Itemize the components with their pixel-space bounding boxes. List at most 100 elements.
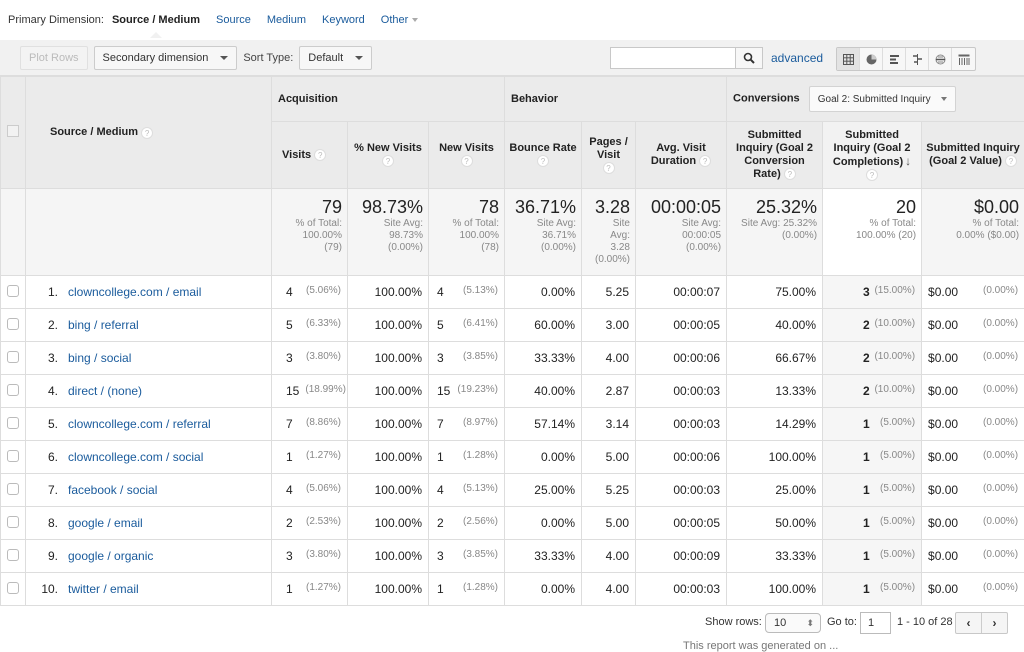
select-all-checkbox[interactable] bbox=[7, 125, 19, 137]
help-icon[interactable]: ? bbox=[141, 127, 153, 139]
dimension-link[interactable]: facebook / social bbox=[68, 483, 157, 497]
term-cloud-view-button[interactable] bbox=[929, 48, 952, 70]
col-header-pct-new-visits[interactable]: % New Visits? bbox=[348, 122, 429, 189]
pct-new-visits-cell: 100.00% bbox=[348, 441, 429, 474]
bar-view-button[interactable] bbox=[883, 48, 906, 70]
row-checkbox[interactable] bbox=[7, 450, 19, 462]
row-checkbox[interactable] bbox=[7, 351, 19, 363]
col-header-new-visits[interactable]: New Visits? bbox=[429, 122, 505, 189]
primary-dimension-other[interactable]: Other bbox=[381, 14, 419, 26]
row-checkbox[interactable] bbox=[7, 516, 19, 528]
row-checkbox[interactable] bbox=[7, 483, 19, 495]
search-button[interactable] bbox=[736, 47, 763, 69]
row-checkbox[interactable] bbox=[7, 285, 19, 297]
col-header-avg-visit-duration[interactable]: Avg. Visit Duration ? bbox=[636, 122, 727, 189]
dimension-link[interactable]: google / email bbox=[68, 516, 143, 530]
other-label: Other bbox=[381, 14, 409, 26]
completions-cell: 1(5.00%) bbox=[823, 441, 922, 474]
dimension-link[interactable]: clowncollege.com / email bbox=[68, 285, 201, 299]
pie-view-button[interactable] bbox=[860, 48, 883, 70]
visits-value: 3 bbox=[286, 351, 293, 365]
help-icon[interactable]: ? bbox=[314, 149, 326, 161]
help-icon[interactable]: ? bbox=[382, 155, 394, 167]
dimension-link[interactable]: google / organic bbox=[68, 549, 153, 563]
prev-page-button[interactable]: ‹ bbox=[956, 613, 982, 633]
primary-dimension-keyword[interactable]: Keyword bbox=[322, 14, 365, 26]
pages-per-visit-cell: 5.00 bbox=[582, 507, 636, 540]
col-header-goal-completions[interactable]: Submitted Inquiry (Goal 2 Completions)↓? bbox=[823, 122, 922, 189]
row-checkbox[interactable] bbox=[7, 582, 19, 594]
help-icon[interactable]: ? bbox=[784, 168, 796, 180]
help-icon[interactable]: ? bbox=[866, 169, 878, 181]
new-visits-value: 4 bbox=[437, 483, 444, 497]
visits-cell: 5(6.33%) bbox=[272, 309, 348, 342]
pivot-view-button[interactable] bbox=[952, 48, 975, 70]
conversion-rate-cell: 75.00% bbox=[727, 276, 823, 309]
conversions-group-header: Conversions Goal 2: Submitted Inquiry bbox=[727, 77, 1024, 122]
advanced-filter-link[interactable]: advanced bbox=[771, 51, 823, 65]
dimension-link[interactable]: clowncollege.com / social bbox=[68, 450, 203, 464]
totals-subtext: 100.00% (20) bbox=[828, 230, 916, 241]
dimension-header[interactable]: Source / Medium ? bbox=[26, 77, 272, 189]
dimension-link[interactable]: twitter / email bbox=[68, 582, 139, 596]
completions-value: 1 bbox=[863, 516, 873, 530]
col-header-goal-conversion-rate[interactable]: Submitted Inquiry (Goal 2 Conversion Rat… bbox=[727, 122, 823, 189]
comparison-view-button[interactable] bbox=[906, 48, 929, 70]
dimension-link[interactable]: bing / referral bbox=[68, 318, 139, 332]
col-header-bounce-rate[interactable]: Bounce Rate? bbox=[505, 122, 582, 189]
table-search-input[interactable] bbox=[610, 47, 736, 69]
primary-dimension-medium[interactable]: Medium bbox=[267, 14, 306, 26]
row-checkbox[interactable] bbox=[7, 318, 19, 330]
new-visits-value: 7 bbox=[437, 417, 444, 431]
row-checkbox[interactable] bbox=[7, 549, 19, 561]
new-visits-pct: (3.85%) bbox=[463, 351, 498, 365]
col-header-visits[interactable]: Visits ? bbox=[272, 122, 348, 189]
avg-duration-cell: 00:00:06 bbox=[636, 441, 727, 474]
visits-pct: (18.99%) bbox=[305, 384, 346, 398]
row-checkbox[interactable] bbox=[7, 417, 19, 429]
next-page-button[interactable]: › bbox=[982, 613, 1007, 633]
plot-rows-button[interactable]: Plot Rows bbox=[20, 46, 88, 70]
totals-subtext: (0.00%) bbox=[732, 230, 817, 241]
table-row: 8.google / email2(2.53%)100.00%2(2.56%)0… bbox=[1, 507, 1024, 540]
dimension-link[interactable]: bing / social bbox=[68, 351, 131, 365]
row-select-cell bbox=[1, 408, 26, 441]
goto-page-input[interactable]: 1 bbox=[860, 612, 891, 634]
pages-per-visit-cell: 2.87 bbox=[582, 375, 636, 408]
dimension-link[interactable]: clowncollege.com / referral bbox=[68, 417, 211, 431]
totals-cell: 00:00:05Site Avg:00:00:05(0.00%) bbox=[636, 189, 727, 276]
new-visits-value: 4 bbox=[437, 285, 444, 299]
completions-pct: (15.00%) bbox=[874, 285, 915, 299]
goal-value-cell: $0.00(0.00%) bbox=[922, 474, 1024, 507]
show-rows-select[interactable]: 10⬍ bbox=[765, 613, 821, 633]
help-icon[interactable]: ? bbox=[699, 155, 711, 167]
goal-value-pct: (0.00%) bbox=[983, 318, 1018, 332]
primary-dimension-label: Primary Dimension: bbox=[8, 14, 104, 26]
help-icon[interactable]: ? bbox=[537, 155, 549, 167]
totals-spacer bbox=[1, 189, 26, 276]
search-icon bbox=[743, 52, 755, 64]
primary-dimension-source[interactable]: Source bbox=[216, 14, 251, 26]
help-icon[interactable]: ? bbox=[1005, 155, 1017, 167]
conversion-rate-cell: 100.00% bbox=[727, 573, 823, 606]
new-visits-pct: (1.28%) bbox=[463, 582, 498, 596]
row-checkbox[interactable] bbox=[7, 384, 19, 396]
visits-pct: (6.33%) bbox=[306, 318, 341, 332]
goal-select-dropdown[interactable]: Goal 2: Submitted Inquiry bbox=[809, 86, 956, 112]
col-header-goal-value[interactable]: Submitted Inquiry (Goal 2 Value) ? bbox=[922, 122, 1024, 189]
goal-value-pct: (0.00%) bbox=[983, 483, 1018, 497]
help-icon[interactable]: ? bbox=[461, 155, 473, 167]
col-header-pages-per-visit[interactable]: Pages / Visit? bbox=[582, 122, 636, 189]
row-rank: 1. bbox=[32, 285, 58, 299]
new-visits-value-wrap: 2(2.56%) bbox=[429, 516, 504, 530]
dimension-link[interactable]: direct / (none) bbox=[68, 384, 142, 398]
totals-subtext: 00:00:05 bbox=[641, 230, 721, 241]
sort-type-dropdown[interactable]: Default bbox=[299, 46, 372, 70]
bounce-rate-cell: 33.33% bbox=[505, 342, 582, 375]
help-icon[interactable]: ? bbox=[603, 162, 615, 174]
acquisition-group-header: Acquisition bbox=[272, 77, 505, 122]
visits-pct: (8.86%) bbox=[306, 417, 341, 431]
goal-value: $0.00 bbox=[928, 549, 958, 563]
secondary-dimension-dropdown[interactable]: Secondary dimension bbox=[94, 46, 238, 70]
table-view-button[interactable] bbox=[837, 48, 860, 70]
